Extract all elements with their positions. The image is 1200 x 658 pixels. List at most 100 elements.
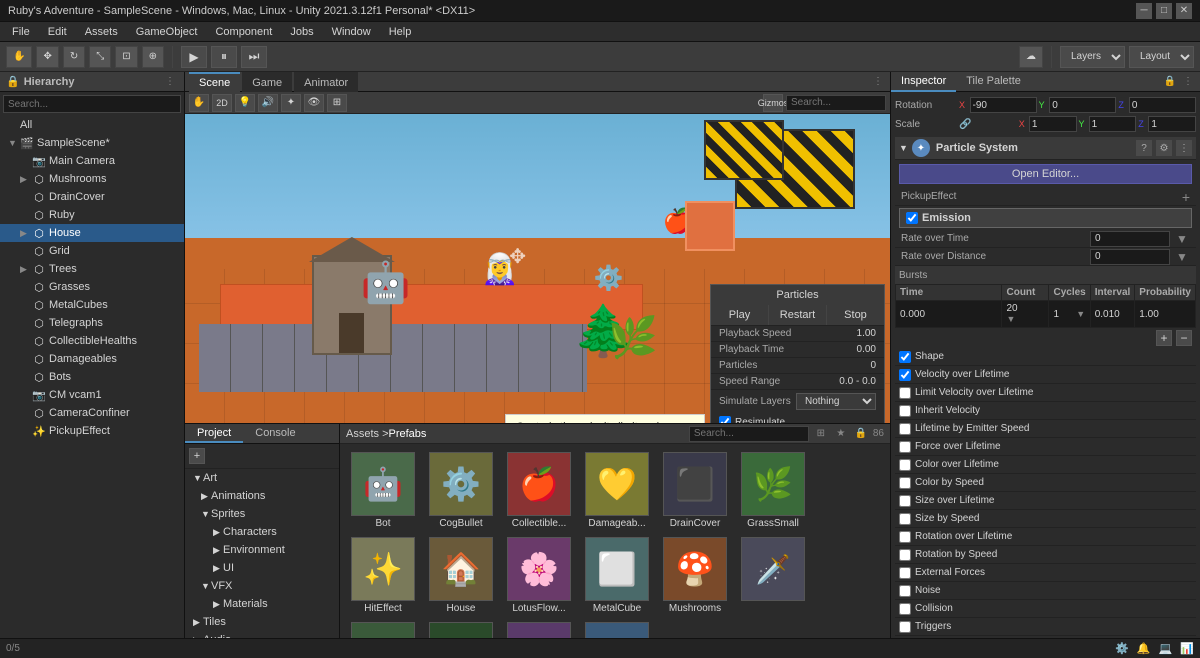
asset-cogbullet[interactable]: ⚙️ CogBullet — [426, 452, 496, 529]
tab-animator[interactable]: Animator — [294, 72, 358, 92]
tree-vfx[interactable]: ▼ VFX — [185, 577, 339, 595]
hierarchy-item-damageables[interactable]: ⬡ Damageables — [0, 350, 184, 368]
layers-dropdown[interactable]: Layers — [1060, 46, 1125, 68]
asset-lock-btn[interactable]: 🔒 — [853, 426, 869, 442]
hierarchy-item-all[interactable]: All — [0, 116, 184, 134]
ps-force-lifetime[interactable]: Force over Lifetime — [895, 438, 1196, 456]
scene-fx-btn[interactable]: ✦ — [281, 94, 301, 112]
tree-environment[interactable]: ▶ Environment — [185, 541, 339, 559]
tab-project[interactable]: Project — [185, 424, 243, 443]
asset-metalcube[interactable]: ⬜ MetalCube — [582, 537, 652, 614]
particles-restart-btn[interactable]: Restart — [769, 305, 827, 325]
tree-materials[interactable]: ▶ Materials — [185, 595, 339, 613]
hierarchy-item-cmvcam1[interactable]: 📷 CM vcam1 — [0, 386, 184, 404]
ps-collision[interactable]: Collision — [895, 600, 1196, 618]
toolbar-hand[interactable]: ✋ — [6, 46, 32, 68]
rate-over-time-dropdown[interactable]: ▼ — [1174, 232, 1190, 246]
asset-person[interactable]: 👤 — [582, 622, 652, 638]
color-lifetime-checkbox[interactable] — [899, 459, 911, 471]
tree-ui[interactable]: ▶ UI — [185, 559, 339, 577]
ps-size-speed[interactable]: Size by Speed — [895, 510, 1196, 528]
step-button[interactable]: ⏭ — [241, 46, 267, 68]
asset-draincover[interactable]: ⬛ DrainCover — [660, 452, 730, 529]
size-speed-checkbox[interactable] — [899, 513, 911, 525]
rate-over-distance-input[interactable] — [1090, 249, 1170, 265]
vel-lifetime-checkbox[interactable] — [899, 369, 911, 381]
status-chart-icon[interactable]: 📊 — [1180, 642, 1194, 655]
scene-hidden-btn[interactable]: 👁 — [304, 94, 324, 112]
cloud-button[interactable]: ☁ — [1019, 46, 1043, 68]
status-bell-icon[interactable]: 🔔 — [1137, 642, 1151, 655]
maximize-button[interactable]: □ — [1156, 3, 1172, 19]
asset-search[interactable] — [689, 426, 809, 442]
ps-lifetime-emitter[interactable]: Lifetime by Emitter Speed — [895, 420, 1196, 438]
hierarchy-item-cameraconfiner[interactable]: ⬡ CameraConfiner — [0, 404, 184, 422]
open-editor-btn[interactable]: Open Editor... — [899, 164, 1192, 184]
tab-tile-palette[interactable]: Tile Palette — [956, 72, 1031, 92]
hierarchy-item-main-camera[interactable]: 📷 Main Camera — [0, 152, 184, 170]
tab-console[interactable]: Console — [243, 424, 307, 443]
hierarchy-item-mushrooms[interactable]: ▶ ⬡ Mushrooms — [0, 170, 184, 188]
simulate-layers-select[interactable]: Nothing — [796, 393, 876, 410]
status-gear-icon[interactable]: ⚙️ — [1115, 642, 1129, 655]
scene-audio-btn[interactable]: 🔊 — [258, 94, 278, 112]
ps-overflow-btn[interactable]: ⋮ — [1176, 140, 1192, 156]
menu-component[interactable]: Component — [207, 22, 280, 42]
burst-count-input[interactable] — [1006, 303, 1036, 314]
burst-cycles-dropdown[interactable]: ▼ — [1076, 309, 1085, 319]
hierarchy-item-metalcubes[interactable]: ⬡ MetalCubes — [0, 296, 184, 314]
shape-checkbox[interactable] — [899, 351, 911, 363]
scene-gizmos-btn[interactable]: Gizmos — [763, 94, 783, 112]
scene-search[interactable] — [786, 95, 886, 111]
scene-2d-btn[interactable]: 2D — [212, 94, 232, 112]
particles-play-btn[interactable]: Play — [711, 305, 769, 325]
asset-grasssmall[interactable]: 🌿 GrassSmall — [738, 452, 808, 529]
asset-star-btn[interactable]: ★ — [833, 426, 849, 442]
ps-rotation-speed[interactable]: Rotation by Speed — [895, 546, 1196, 564]
asset-berry[interactable]: 🫐 — [504, 622, 574, 638]
scale-y-input[interactable] — [1089, 116, 1137, 132]
inherit-vel-checkbox[interactable] — [899, 405, 911, 417]
menu-help[interactable]: Help — [381, 22, 420, 42]
rotation-y-input[interactable] — [1049, 97, 1116, 113]
resimulate-checkbox[interactable] — [719, 416, 731, 423]
asset-mushrooms[interactable]: 🍄 Mushrooms — [660, 537, 730, 614]
hierarchy-item-telegraphs[interactable]: ⬡ Telegraphs — [0, 314, 184, 332]
ps-limit-velocity[interactable]: Limit Velocity over Lifetime — [895, 384, 1196, 402]
ps-triggers[interactable]: Triggers — [895, 618, 1196, 636]
rot-lifetime-checkbox[interactable] — [899, 531, 911, 543]
add-file-btn[interactable]: + — [189, 448, 205, 464]
burst-interval-input[interactable] — [1095, 309, 1130, 320]
color-speed-checkbox[interactable] — [899, 477, 911, 489]
noise-checkbox[interactable] — [899, 585, 911, 597]
tree-art[interactable]: ▼ Art — [185, 469, 339, 487]
scene-hand-tool[interactable]: ✋ — [189, 94, 209, 112]
hierarchy-item-bots[interactable]: ⬡ Bots — [0, 368, 184, 386]
menu-edit[interactable]: Edit — [40, 22, 75, 42]
force-lifetime-checkbox[interactable] — [899, 441, 911, 453]
triggers-checkbox[interactable] — [899, 621, 911, 633]
hierarchy-item-samplescene[interactable]: ▼ 🎬 SampleScene* — [0, 134, 184, 152]
scene-menu-btn[interactable]: ⋮ — [870, 74, 886, 90]
ps-color-speed[interactable]: Color by Speed — [895, 474, 1196, 492]
toolbar-rotate[interactable]: ↻ — [63, 46, 85, 68]
scene-light-btn[interactable]: 💡 — [235, 94, 255, 112]
play-button[interactable]: ▶ — [181, 46, 207, 68]
close-button[interactable]: ✕ — [1176, 3, 1192, 19]
particles-stop-btn[interactable]: Stop — [827, 305, 884, 325]
menu-gameobject[interactable]: GameObject — [128, 22, 206, 42]
burst-count-dropdown[interactable]: ▼ — [1006, 314, 1015, 324]
tab-game[interactable]: Game — [242, 72, 292, 92]
menu-file[interactable]: File — [4, 22, 38, 42]
hierarchy-item-draincover[interactable]: ⬡ DrainCover — [0, 188, 184, 206]
ps-inherit-velocity[interactable]: Inherit Velocity — [895, 402, 1196, 420]
toolbar-scale[interactable]: ⤡ — [89, 46, 111, 68]
inspector-lock-btn[interactable]: 🔒 — [1162, 74, 1178, 90]
menu-assets[interactable]: Assets — [77, 22, 126, 42]
ext-forces-checkbox[interactable] — [899, 567, 911, 579]
asset-tree1[interactable]: 🌲 — [348, 622, 418, 638]
status-monitor-icon[interactable]: 💻 — [1159, 642, 1173, 655]
asset-hiteffect[interactable]: ✨ HitEffect — [348, 537, 418, 614]
ps-shape[interactable]: Shape — [895, 348, 1196, 366]
layout-dropdown[interactable]: Layout — [1129, 46, 1194, 68]
